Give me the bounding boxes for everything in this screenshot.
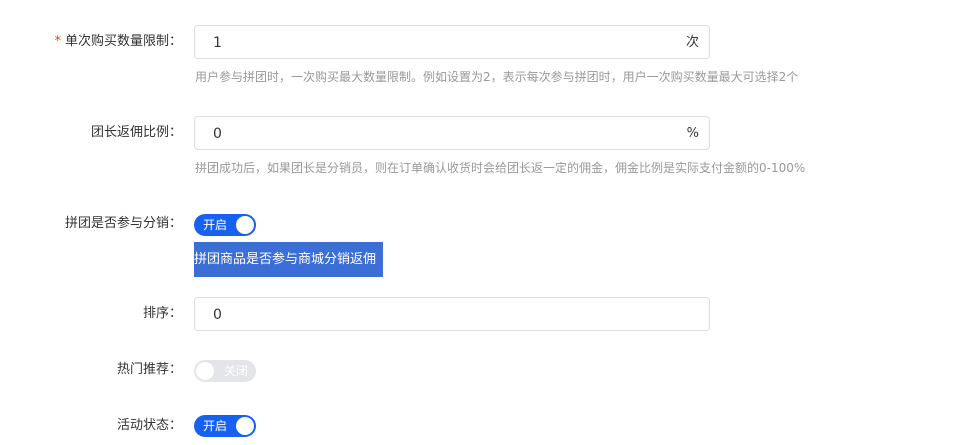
- distribution-switch[interactable]: 开启: [194, 214, 256, 236]
- distribution-label: 拼团是否参与分销：: [64, 216, 182, 231]
- purchase-limit-value[interactable]: 1: [213, 34, 222, 52]
- leader-rebate-label: 团长返佣比例：: [90, 125, 182, 140]
- switch-knob: [236, 216, 254, 234]
- hot-recommend-switch-text: 关闭: [223, 364, 248, 378]
- leader-rebate-suffix: %: [686, 126, 699, 141]
- status-switch[interactable]: 开启: [194, 415, 256, 437]
- distribution-switch-text: 开启: [203, 218, 228, 232]
- leader-rebate-input[interactable]: 0 %: [194, 116, 710, 150]
- distribution-note: 拼团商品是否参与商城分销返佣: [194, 242, 383, 277]
- sort-input[interactable]: 0: [194, 297, 710, 331]
- sort-label: 排序：: [142, 306, 182, 321]
- purchase-limit-help: 用户参与拼团时，一次购买最大数量限制。例如设置为2，表示每次参与拼团时，用户一次…: [195, 70, 799, 84]
- purchase-limit-suffix: 次: [685, 35, 699, 50]
- purchase-limit-label: * 单次购买数量限制：: [0, 34, 182, 50]
- leader-rebate-value[interactable]: 0: [213, 125, 222, 143]
- purchase-limit-input[interactable]: 1 次: [194, 25, 710, 59]
- leader-rebate-help: 拼团成功后，如果团长是分销员，则在订单确认收货时会给团长返一定的佣金，佣金比例是…: [195, 161, 806, 175]
- switch-knob: [196, 362, 214, 380]
- status-switch-text: 开启: [203, 419, 228, 433]
- purchase-limit-label-text: 单次购买数量限制：: [64, 34, 182, 49]
- hot-recommend-label: 热门推荐：: [116, 362, 182, 377]
- status-label: 活动状态：: [116, 418, 182, 433]
- hot-recommend-switch[interactable]: 关闭: [194, 360, 256, 382]
- required-mark: *: [54, 34, 61, 49]
- switch-knob: [236, 417, 254, 435]
- sort-value[interactable]: 0: [213, 306, 222, 324]
